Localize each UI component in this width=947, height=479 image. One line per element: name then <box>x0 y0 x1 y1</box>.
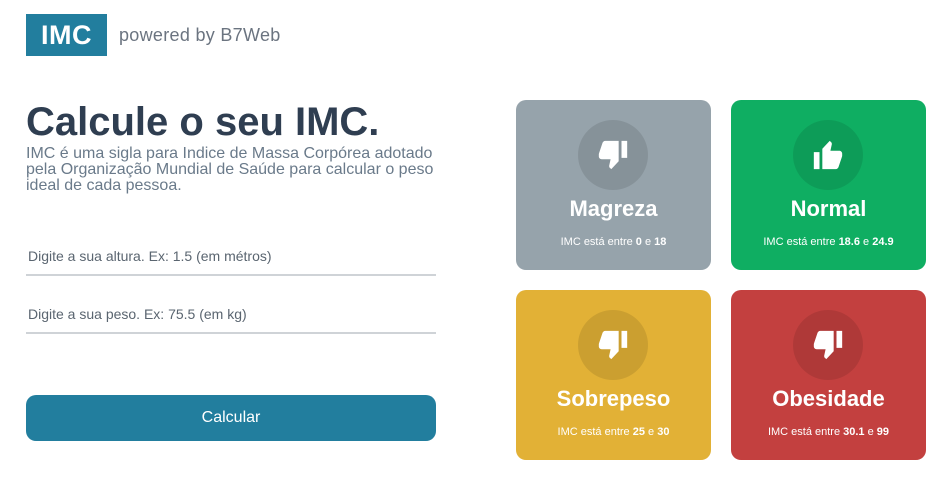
card-range: IMC está entre 18.6 e 24.9 <box>763 236 894 248</box>
card-label: Magreza <box>569 196 658 221</box>
thumbs-down-icon <box>598 330 628 360</box>
page-description: IMC é uma sigla para Indice de Massa Cor… <box>26 145 434 194</box>
card-obesidade[interactable]: Obesidade IMC está entre 30.1 e 99 <box>731 290 926 460</box>
logo: IMC <box>26 14 107 56</box>
icon-circle <box>793 120 863 190</box>
card-sobrepeso[interactable]: Sobrepeso IMC está entre 25 e 30 <box>516 290 711 460</box>
height-input[interactable] <box>26 238 436 276</box>
calculate-button[interactable]: Calcular <box>26 395 436 441</box>
card-label: Normal <box>790 196 867 221</box>
card-range: IMC está entre 0 e 18 <box>560 236 667 248</box>
weight-input[interactable] <box>26 296 436 334</box>
intro-section: Calcule o seu IMC. IMC é uma sigla para … <box>26 98 436 194</box>
thumbs-up-icon <box>813 140 843 170</box>
card-normal[interactable]: Normal IMC está entre 18.6 e 24.9 <box>731 100 926 270</box>
card-range: IMC está entre 25 e 30 <box>557 426 670 438</box>
card-range: IMC está entre 30.1 e 99 <box>767 426 890 438</box>
card-magreza[interactable]: Magreza IMC está entre 0 e 18 <box>516 100 711 270</box>
icon-circle <box>578 310 648 380</box>
header: IMC powered by B7Web <box>26 14 281 56</box>
page-title: Calcule o seu IMC. <box>26 100 380 144</box>
icon-circle <box>578 120 648 190</box>
powered-by-text: powered by B7Web <box>119 24 281 45</box>
icon-circle <box>793 310 863 380</box>
thumbs-down-icon <box>598 140 628 170</box>
thumbs-down-icon <box>813 330 843 360</box>
card-label: Obesidade <box>772 386 885 411</box>
card-label: Sobrepeso <box>556 386 671 411</box>
